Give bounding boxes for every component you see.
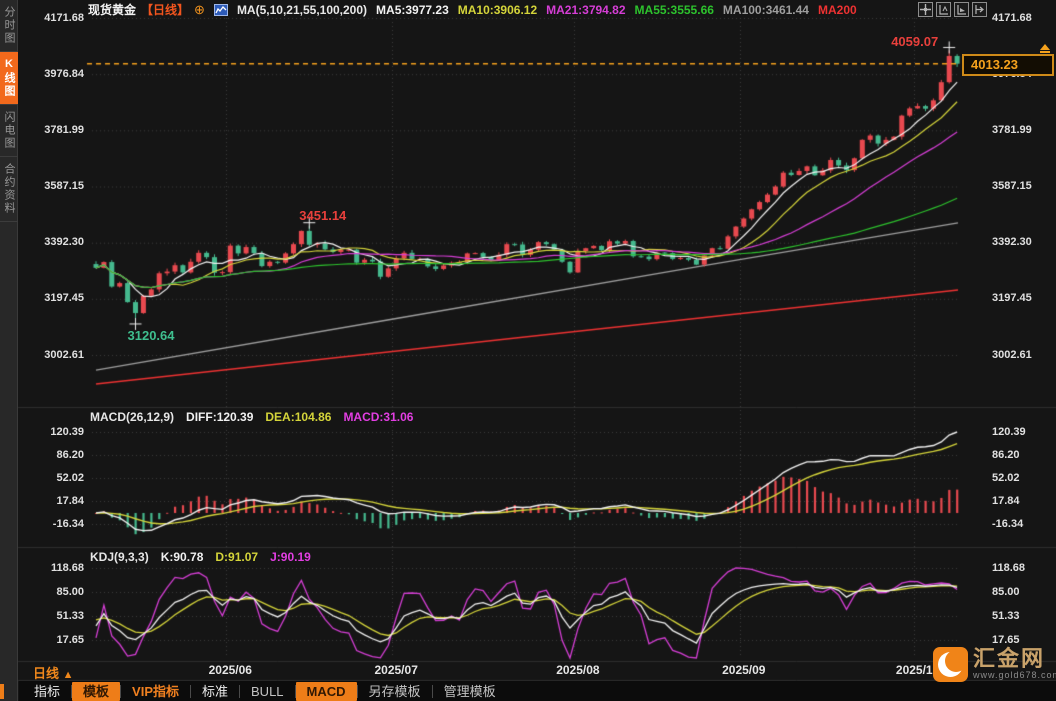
kdj-indicator-row: KDJ(9,3,3) K:90.78 D:91.07 J:90.19 <box>90 550 311 564</box>
macd-macd-value: MACD:31.06 <box>343 410 414 424</box>
macd-axis-label-left: 120.39 <box>50 425 84 438</box>
time-axis-label: 2025/09 <box>722 663 766 677</box>
macd-axis-label-left: 52.02 <box>56 471 84 484</box>
price-axis-label-right: 3002.61 <box>992 348 1032 361</box>
price-up-arrow-icon <box>1039 43 1051 53</box>
sidebar-tab-3[interactable]: 合约资料 <box>0 157 18 222</box>
ma5-value: MA5:3977.23 <box>376 2 449 17</box>
price-axis-label-right: 3781.99 <box>992 123 1032 136</box>
up-triangle-icon: ▲ <box>62 669 74 681</box>
last-price-badge: 4013.23 <box>962 53 1054 76</box>
macd-name: MACD(26,12,9) <box>90 410 175 424</box>
time-axis-label: 2025/06 <box>208 663 252 677</box>
price-axis-label-right: 3197.45 <box>992 292 1032 305</box>
macd-dea-value: DEA:104.86 <box>265 410 332 424</box>
indicator-tabbar: 指标 模板 VIP指标 标准 BULL MACD 另存模板 管理模板 <box>19 681 1056 701</box>
bottom-tab-7[interactable]: 管理模板 <box>433 682 507 701</box>
watermark-url: www.gold678.com <box>973 670 1056 680</box>
bottom-tab-6[interactable]: 另存模板 <box>358 682 432 701</box>
kdj-k-value: K:90.78 <box>160 550 204 564</box>
x-axis-scale-icon[interactable] <box>954 2 969 17</box>
price-axis-label-right: 4171.68 <box>992 11 1032 24</box>
ma-settings-label: MA(5,10,21,55,100,200) <box>236 2 368 17</box>
kdj-axis-label-right: 85.00 <box>992 585 1020 598</box>
kdj-axis-label-right: 51.33 <box>992 609 1020 622</box>
bottom-tab-3[interactable]: 标准 <box>191 682 239 701</box>
price-axis-label-right: 3392.30 <box>992 236 1032 249</box>
price-axis-label-left: 3976.84 <box>44 67 84 80</box>
price-axis-label-left: 3392.30 <box>44 236 84 249</box>
price-axis-label-left: 3781.99 <box>44 123 84 136</box>
annotation-may-low: 3120.64 <box>127 327 175 343</box>
kdj-axis-label-left: 51.33 <box>56 609 84 622</box>
kdj-axis-label-right: 118.68 <box>992 561 1026 574</box>
macd-axis-label-right: 52.02 <box>992 471 1020 484</box>
macd-axis-label-left: 86.20 <box>56 448 84 461</box>
sidebar-tab-2[interactable]: 闪电图 <box>0 105 18 157</box>
crosshair-icon[interactable] <box>918 2 933 17</box>
y-axis-scale-icon[interactable] <box>936 2 951 17</box>
bottom-tab-1[interactable]: 模板 <box>72 681 121 701</box>
macd-axis-label-left: 17.84 <box>56 494 84 507</box>
kdj-j-value: J:90.19 <box>270 550 311 564</box>
bottom-tab-0[interactable]: 指标 <box>23 682 71 701</box>
tabbar-left-accent <box>0 684 4 699</box>
watermark: 汇金网 www.gold678.com <box>933 647 1056 682</box>
price-axis-label-left: 3587.15 <box>44 180 84 192</box>
add-indicator-icon[interactable]: ⊕ <box>194 2 205 18</box>
time-axis-label: 2025/08 <box>556 663 600 677</box>
price-axis-label-left: 4171.68 <box>44 11 84 24</box>
ma55-value: MA55:3555.66 <box>634 2 714 17</box>
annotation-final-high: 4059.07 <box>891 34 939 50</box>
macd-diff-value: DIFF:120.39 <box>186 410 254 424</box>
kdj-axis-label-left: 17.65 <box>56 633 84 646</box>
time-axis-label: 2025/07 <box>374 663 418 677</box>
macd-axis-label-right: 86.20 <box>992 448 1020 461</box>
kdj-axis-label-right: 17.65 <box>992 633 1020 646</box>
bottom-tab-2[interactable]: VIP指标 <box>121 682 190 701</box>
sidebar-tab-1[interactable]: K线图 <box>0 52 18 105</box>
ma100-value: MA100:3461.44 <box>722 2 809 17</box>
price-axis-label-left: 3197.45 <box>44 292 84 305</box>
ma200-value: MA200 <box>817 2 857 17</box>
price-axis-label-left: 3002.61 <box>44 348 84 361</box>
sidebar-tab-0[interactable]: 分时图 <box>0 0 18 52</box>
macd-indicator-row: MACD(26,12,9) DIFF:120.39 DEA:104.86 MAC… <box>90 410 413 424</box>
symbol-name: 现货黄金 <box>88 3 137 17</box>
trading-terminal: 分时图 K线图 闪电图 合约资料 现货黄金 【日线】 ⊕ MA(5,10,21,55,… <box>0 0 1056 701</box>
kdj-d-value: D:91.07 <box>215 550 259 564</box>
mini-chart-icon[interactable] <box>213 3 228 16</box>
macd-axis-label-right: 120.39 <box>992 425 1026 438</box>
bottom-tab-5[interactable]: MACD <box>295 681 357 701</box>
time-axis: 日线 ▲ 2025/06 2025/07 2025/08 2025/09 2025/10 <box>19 662 1056 682</box>
chart-toolbar <box>918 2 987 17</box>
price-axis-label-right: 3587.15 <box>992 180 1032 192</box>
kdj-axis-label-left: 85.00 <box>56 585 84 598</box>
chart-type-sidebar: 分时图 K线图 闪电图 合约资料 <box>0 0 18 701</box>
ma10-value: MA10:3906.12 <box>457 2 538 17</box>
ma21-value: MA21:3794.82 <box>546 2 626 17</box>
huijin-logo-icon <box>933 647 968 682</box>
kdj-axis-label-left: 118.68 <box>50 561 84 574</box>
macd-axis-label-right: -16.34 <box>992 517 1024 530</box>
period-selector[interactable]: 日线 ▲ <box>33 663 74 682</box>
pane-expand-icon[interactable] <box>972 2 987 17</box>
macd-axis-label-left: -16.34 <box>52 517 84 530</box>
chart-header: 现货黄金 【日线】 ⊕ MA(5,10,21,55,100,200) MA5:3… <box>88 1 857 18</box>
annotation-june-high: 3451.14 <box>299 207 347 223</box>
candlestick-chart-canvas[interactable] <box>0 0 1056 701</box>
watermark-name: 汇金网 <box>973 646 1046 671</box>
kdj-name: KDJ(9,3,3) <box>90 550 149 564</box>
macd-axis-label-right: 17.84 <box>992 494 1020 507</box>
period-label: 【日线】 <box>141 3 190 17</box>
bottom-tab-4[interactable]: BULL <box>240 682 295 701</box>
